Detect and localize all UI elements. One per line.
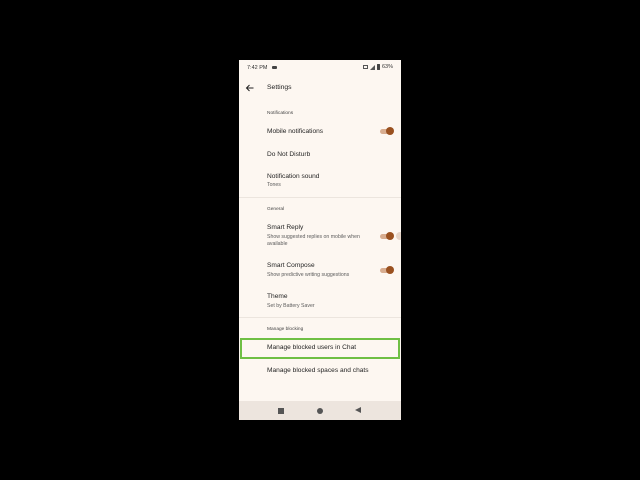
setting-title: Notification sound [267, 173, 320, 180]
setting-title: Manage blocked users in Chat [267, 344, 357, 351]
status-bar: 7:42 PM 63% [239, 60, 401, 76]
smart-compose-toggle[interactable] [380, 266, 394, 274]
recents-square-icon[interactable] [278, 408, 284, 414]
setting-title: Smart Reply [267, 224, 304, 231]
setting-subtitle: Set by Battery Saver [267, 303, 315, 309]
cast-icon [362, 65, 368, 69]
setting-title: Mobile notifications [267, 128, 324, 135]
app-bar: Settings [239, 78, 401, 100]
home-circle-icon[interactable] [317, 408, 323, 414]
mobile-notifications-toggle[interactable] [380, 127, 394, 135]
section-header-general: General [267, 207, 285, 212]
section-header-manage-blocking: Manage blocking [267, 327, 304, 332]
system-nav-bar [239, 401, 401, 420]
section-header-notifications: Notifications [267, 111, 294, 116]
back-triangle-icon[interactable] [355, 407, 361, 413]
toggle-thumb [386, 127, 394, 135]
toggle-thumb [386, 232, 394, 240]
toggle-thumb [386, 266, 394, 274]
setting-subtitle: Show predictive writing suggestions [267, 272, 350, 278]
battery-icon [376, 64, 380, 70]
page-title: Settings [267, 84, 292, 91]
arrow-back-icon[interactable] [245, 82, 255, 94]
status-time: 7:42 PM [247, 65, 268, 71]
setting-title: Smart Compose [267, 262, 315, 269]
setting-title: Do Not Disturb [267, 151, 311, 158]
notification-icon [272, 66, 277, 69]
setting-title: Theme [267, 293, 288, 300]
ripple-indicator [396, 232, 401, 240]
battery-percent: 63% [381, 64, 393, 70]
signal-icon [369, 64, 375, 70]
divider [239, 197, 401, 198]
setting-subtitle: Tones [267, 182, 281, 188]
setting-title: Manage blocked spaces and chats [267, 367, 369, 374]
smart-reply-toggle[interactable] [380, 232, 394, 240]
divider [239, 317, 401, 318]
phone-screen: 7:42 PM 63% Settings Notifications Mobil… [239, 60, 401, 420]
setting-subtitle: Show suggested replies on mobile when av… [267, 234, 360, 247]
status-icons: 63% [362, 64, 393, 70]
